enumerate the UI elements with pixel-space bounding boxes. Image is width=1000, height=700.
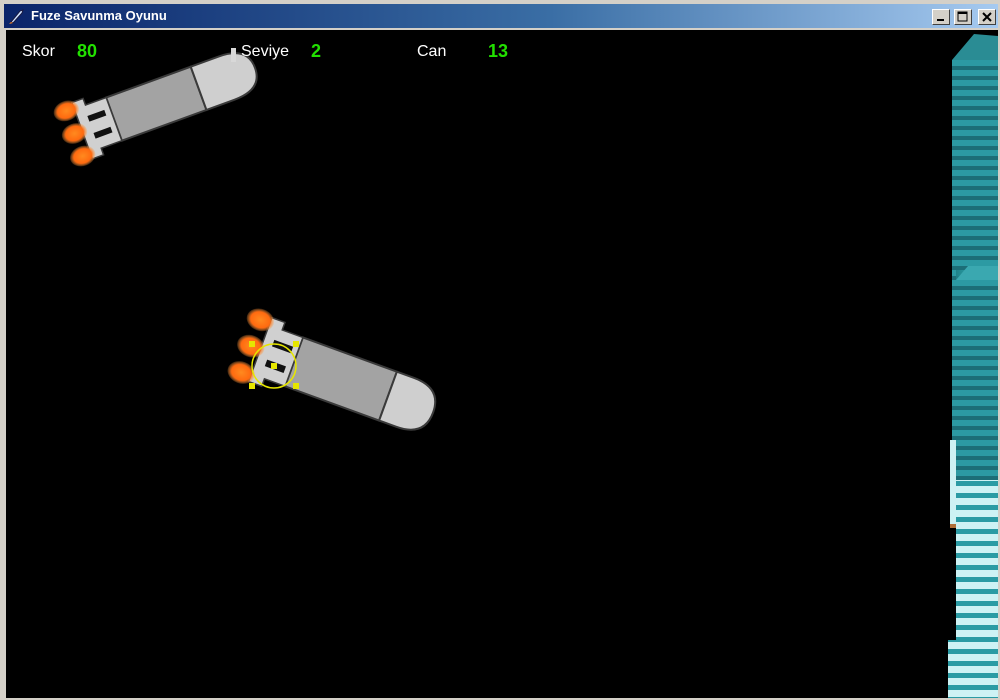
game-scene [53, 34, 998, 698]
close-icon [982, 12, 992, 22]
city-buildings [948, 34, 998, 698]
game-canvas[interactable]: Skor 80 Seviye 2 Can 13 [6, 30, 998, 698]
minimize-button[interactable] [932, 9, 950, 25]
maximize-button[interactable] [954, 9, 972, 25]
health-value: 13 [488, 41, 509, 61]
maximize-icon [957, 11, 968, 22]
title-bar[interactable]: Fuze Savunma Oyunu [4, 4, 998, 28]
health-label: Can [417, 43, 447, 60]
level-label: Seviye [241, 43, 290, 60]
hud-divider [231, 48, 236, 62]
score-label: Skor [22, 43, 55, 60]
score-value: 80 [77, 41, 98, 61]
level-value: 2 [311, 41, 322, 61]
minimize-icon [937, 19, 944, 21]
window-title: Fuze Savunma Oyunu [31, 8, 167, 23]
enemy-missile-targeted [227, 308, 437, 431]
close-button[interactable] [978, 9, 996, 25]
missile-icon [9, 9, 24, 24]
game-window: Fuze Savunma Oyunu Skor 80 Seviye 2 Can … [0, 0, 1000, 700]
